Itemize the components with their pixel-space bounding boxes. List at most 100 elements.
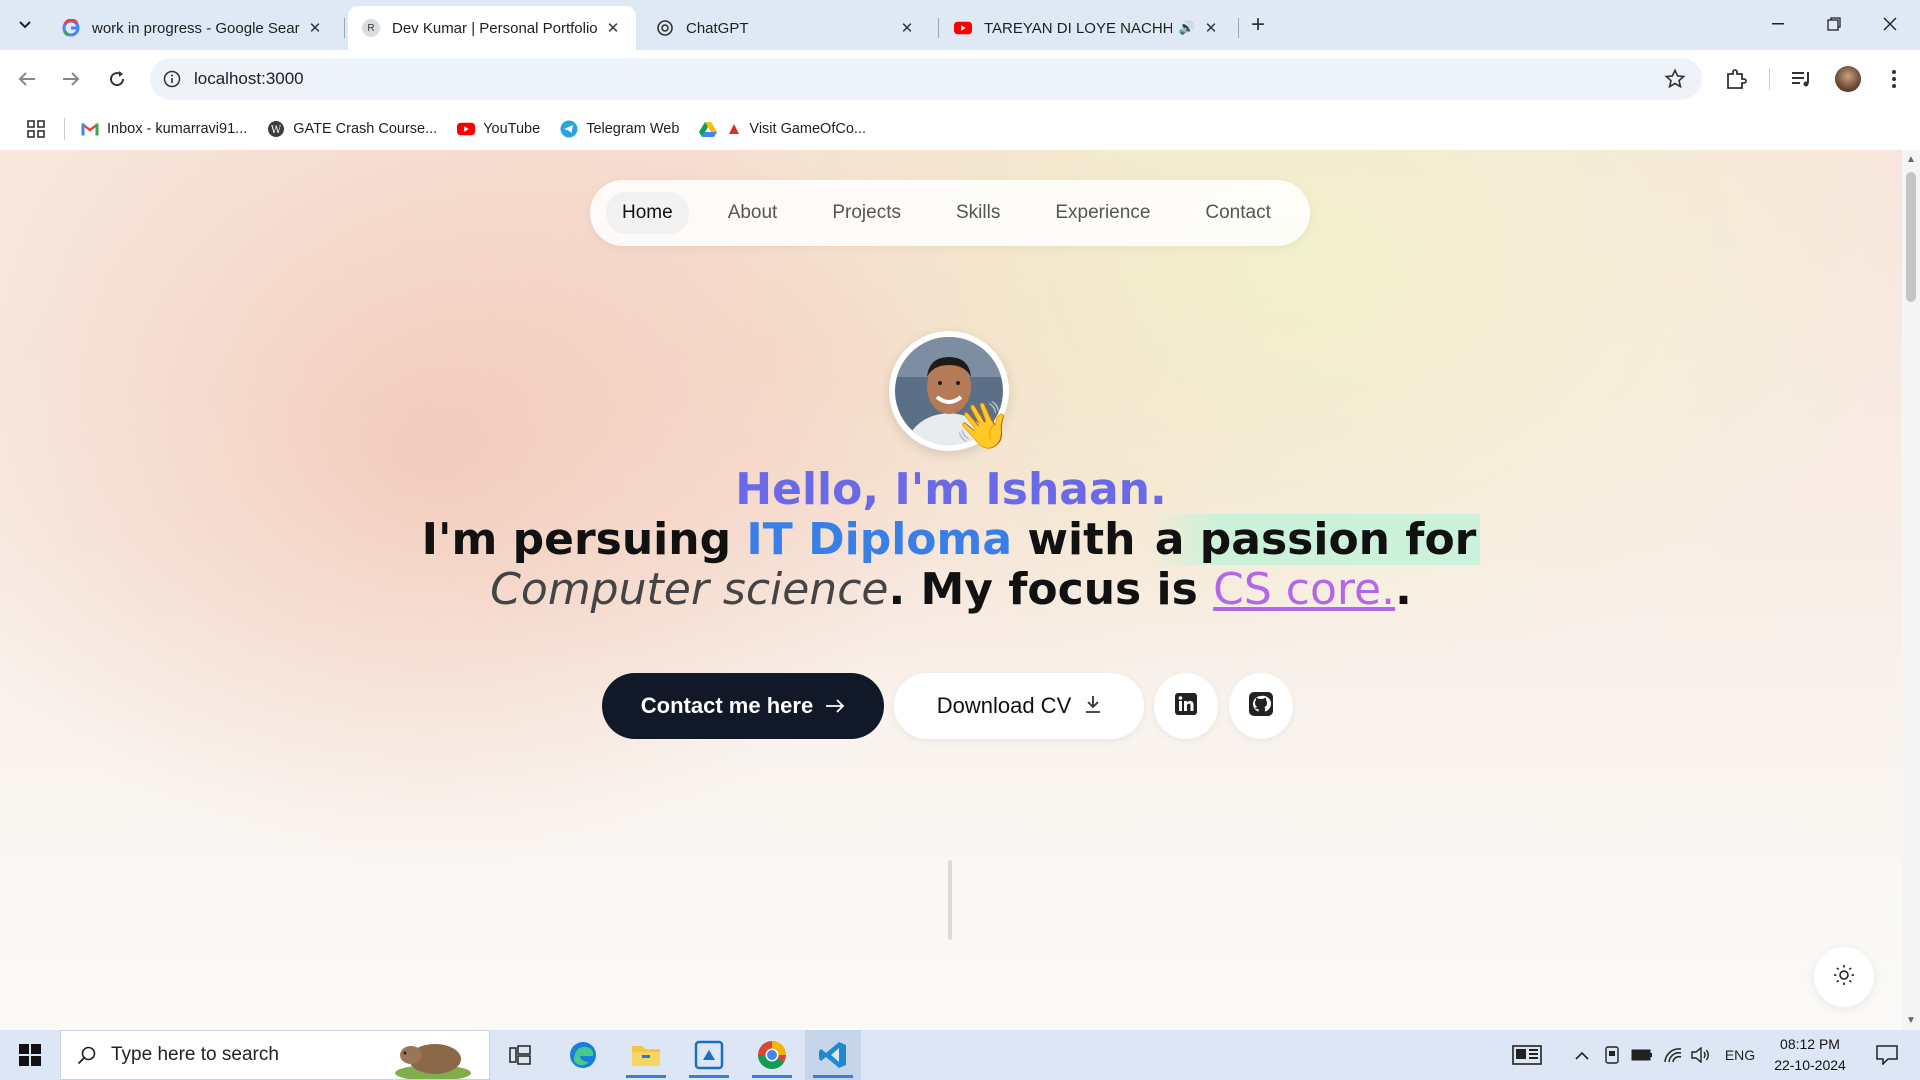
bookmarks-bar: Inbox - kumarravi91... W GATE Crash Cour… xyxy=(0,108,1920,150)
hero-line-3: Computer science. My focus is CS core.. xyxy=(490,564,1412,615)
taskbar-search-box[interactable]: Type here to search xyxy=(60,1030,490,1080)
hero-actions: Contact me here Download CV xyxy=(0,673,1902,739)
taskbar-vscode[interactable] xyxy=(805,1030,861,1080)
volume-icon[interactable] xyxy=(1688,1030,1714,1080)
scroll-indicator xyxy=(948,860,952,940)
theme-toggle-button[interactable] xyxy=(1814,947,1874,1007)
notification-icon[interactable] xyxy=(1862,1030,1912,1080)
minimize-button[interactable] xyxy=(1750,0,1806,48)
url-text: localhost:3000 xyxy=(194,69,304,88)
clock-time: 08:12 PM xyxy=(1780,1036,1840,1052)
task-view-button[interactable] xyxy=(492,1030,548,1080)
arrow-right-icon xyxy=(825,693,845,719)
browser-toolbar: localhost:3000 xyxy=(0,50,1920,108)
hero-line-2: I'm persuing IT Diploma with a passion f… xyxy=(0,514,1902,565)
tab-strip: work in progress - Google Sear ✕ R Dev K… xyxy=(0,0,1920,50)
language-indicator[interactable]: ENG xyxy=(1720,1030,1760,1080)
media-control-icon[interactable] xyxy=(1787,64,1817,94)
new-tab-button[interactable]: + xyxy=(1244,11,1272,39)
letter-r-icon: R xyxy=(362,19,380,37)
close-icon[interactable]: ✕ xyxy=(604,19,622,37)
nav-skills[interactable]: Skills xyxy=(940,192,1016,234)
svg-text:W: W xyxy=(271,125,282,136)
github-button[interactable] xyxy=(1229,673,1293,739)
wordpress-icon: W xyxy=(267,120,285,138)
wifi-icon[interactable] xyxy=(1660,1030,1686,1080)
page-viewport: Home About Projects Skills Experience Co… xyxy=(0,150,1902,1030)
scroll-down-arrow[interactable]: ▼ xyxy=(1906,1015,1916,1026)
tab-google-search[interactable]: work in progress - Google Sear ✕ xyxy=(48,6,338,50)
bookmark-youtube[interactable]: YouTube xyxy=(457,120,540,138)
tab-title: Dev Kumar | Personal Portfolio xyxy=(392,19,598,37)
windows-taskbar: Type here to search ENG 08:12 PM 22-10-2… xyxy=(0,1030,1920,1080)
youtube-icon xyxy=(457,120,476,138)
youtube-icon xyxy=(954,19,972,37)
bookmark-gate-crash-course[interactable]: W GATE Crash Course... xyxy=(267,120,437,138)
bookmark-star-icon[interactable] xyxy=(1664,68,1686,95)
download-cv-button[interactable]: Download CV xyxy=(894,673,1144,739)
tab-chatgpt[interactable]: ChatGPT ✕ xyxy=(642,6,930,50)
menu-kebab-icon[interactable] xyxy=(1879,64,1909,94)
clock-date: 22-10-2024 xyxy=(1774,1057,1846,1073)
meet-now-icon[interactable] xyxy=(1600,1030,1624,1080)
chevron-down-icon xyxy=(19,21,31,29)
scroll-thumb[interactable] xyxy=(1906,172,1916,302)
taskbar-chrome[interactable] xyxy=(744,1030,800,1080)
back-button[interactable] xyxy=(12,64,42,94)
hero-greeting: Hello, I'm Ishaan. xyxy=(735,464,1167,515)
forward-button[interactable] xyxy=(56,64,86,94)
taskbar-edge[interactable] xyxy=(555,1030,611,1080)
tab-youtube[interactable]: TAREYAN DI LOYE NACHHA 🔊 ✕ xyxy=(940,6,1234,50)
drive-icon xyxy=(699,120,718,138)
gmail-icon xyxy=(81,120,99,138)
apps-grid-icon[interactable] xyxy=(20,119,52,139)
address-bar[interactable]: localhost:3000 xyxy=(150,58,1702,100)
bookmark-red-icon xyxy=(725,120,743,138)
wombat-illustration-icon xyxy=(389,1033,475,1080)
linkedin-button[interactable] xyxy=(1154,673,1218,739)
tab-search-button[interactable] xyxy=(10,10,40,40)
tab-title: ChatGPT xyxy=(686,19,749,37)
start-button[interactable] xyxy=(0,1030,60,1080)
taskbar-file-explorer[interactable] xyxy=(618,1030,674,1080)
battery-icon[interactable] xyxy=(1628,1030,1656,1080)
profile-avatar[interactable] xyxy=(1833,64,1863,94)
nav-contact[interactable]: Contact xyxy=(1189,192,1286,234)
linkedin-icon xyxy=(1174,692,1198,721)
scroll-up-arrow[interactable]: ▲ xyxy=(1906,154,1916,165)
search-icon xyxy=(77,1045,97,1065)
tab-title: work in progress - Google Sear xyxy=(92,19,300,37)
cs-core-link[interactable]: CS core. xyxy=(1213,564,1395,615)
waving-hand-icon: 👋 xyxy=(954,399,1012,451)
sun-icon xyxy=(1833,964,1855,991)
taskbar-sticky-app[interactable] xyxy=(681,1030,737,1080)
chatgpt-icon xyxy=(656,19,674,37)
speaker-icon[interactable]: 🔊 xyxy=(1178,19,1196,37)
close-icon[interactable]: ✕ xyxy=(898,19,916,37)
bookmark-telegram[interactable]: Telegram Web xyxy=(560,120,679,138)
chevron-up-icon[interactable] xyxy=(1570,1030,1594,1080)
telegram-icon xyxy=(560,120,578,138)
nav-projects[interactable]: Projects xyxy=(816,192,917,234)
site-info-icon[interactable] xyxy=(150,70,194,88)
close-window-button[interactable] xyxy=(1862,0,1918,48)
bookmark-gameofco[interactable]: Visit GameOfCo... xyxy=(699,120,866,138)
nav-home[interactable]: Home xyxy=(606,192,689,234)
contact-me-button[interactable]: Contact me here xyxy=(602,673,884,739)
bookmark-gmail[interactable]: Inbox - kumarravi91... xyxy=(81,120,247,138)
taskbar-news-icon[interactable] xyxy=(1502,1030,1552,1080)
close-icon[interactable]: ✕ xyxy=(1202,19,1220,37)
site-navigation: Home About Projects Skills Experience Co… xyxy=(590,180,1310,246)
nav-experience[interactable]: Experience xyxy=(1039,192,1166,234)
github-icon xyxy=(1248,691,1274,722)
reload-button[interactable] xyxy=(102,64,132,94)
nav-about[interactable]: About xyxy=(712,192,794,234)
google-icon xyxy=(62,19,80,37)
download-icon xyxy=(1085,693,1101,719)
close-icon[interactable]: ✕ xyxy=(306,19,324,37)
taskbar-clock[interactable]: 08:12 PM 22-10-2024 xyxy=(1764,1034,1856,1076)
restore-button[interactable] xyxy=(1806,0,1862,48)
tab-portfolio[interactable]: R Dev Kumar | Personal Portfolio ✕ xyxy=(348,6,636,50)
page-scrollbar[interactable]: ▲ ▼ xyxy=(1902,150,1920,1030)
extensions-icon[interactable] xyxy=(1721,64,1751,94)
